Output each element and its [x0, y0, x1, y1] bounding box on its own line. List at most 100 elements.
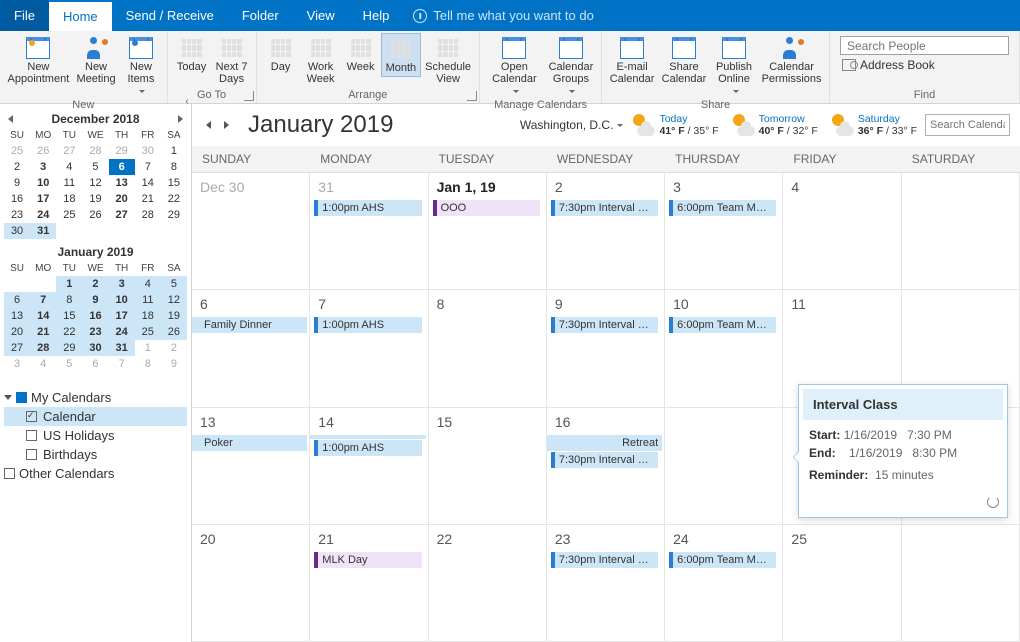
day-cell[interactable]: 15 — [429, 408, 547, 524]
mini-day[interactable]: 25 — [56, 207, 82, 223]
ribbon-day[interactable]: Day — [261, 33, 301, 75]
mini-day[interactable]: 3 — [30, 159, 56, 175]
ribbon-open-calendar[interactable]: Open Calendar — [484, 33, 545, 99]
other-calendars-header[interactable]: Other Calendars — [4, 464, 187, 483]
mini-day[interactable]: 17 — [109, 308, 135, 324]
ribbon-new-items[interactable]: New Items — [119, 33, 162, 99]
mini-day[interactable]: 6 — [4, 292, 30, 308]
mini-day[interactable]: 8 — [56, 292, 82, 308]
ribbon-calendar-groups[interactable]: Calendar Groups — [545, 33, 597, 99]
ribbon-next-7-days[interactable]: Next 7 Days — [212, 33, 252, 87]
next-month-button[interactable] — [220, 118, 234, 132]
tab-home[interactable]: Home — [49, 0, 112, 31]
mini-day[interactable]: 22 — [56, 324, 82, 340]
mini-day[interactable]: 12 — [161, 292, 187, 308]
mini-day[interactable]: 23 — [82, 324, 108, 340]
mini-day[interactable]: 30 — [4, 223, 30, 239]
day-cell[interactable]: 6Family Dinner — [192, 290, 310, 406]
mini-day[interactable]: 27 — [109, 207, 135, 223]
mini-day[interactable]: 11 — [56, 175, 82, 191]
ribbon-week[interactable]: Week — [341, 33, 381, 75]
mini-day[interactable]: 25 — [4, 143, 30, 159]
mini-day[interactable]: 21 — [30, 324, 56, 340]
mini-day[interactable]: 22 — [161, 191, 187, 207]
mini-day[interactable]: 4 — [56, 159, 82, 175]
search-calendar-input[interactable] — [925, 114, 1010, 136]
mini-day[interactable]: 26 — [161, 324, 187, 340]
mini-day[interactable]: 4 — [135, 276, 161, 292]
mini-day[interactable]: 2 — [82, 276, 108, 292]
calendar-event[interactable]: Family Dinner — [192, 317, 307, 333]
day-cell[interactable]: 71:00pm AHS — [310, 290, 428, 406]
day-cell[interactable]: 237:30pm Interval Class — [547, 525, 665, 641]
mini-day[interactable]: 15 — [56, 308, 82, 324]
mini-day[interactable]: 30 — [135, 143, 161, 159]
day-cell[interactable]: 4 — [783, 173, 901, 289]
calendar-list-item[interactable]: Calendar — [4, 407, 187, 426]
mini-day[interactable]: 13 — [4, 308, 30, 324]
dialog-launcher-icon[interactable] — [244, 91, 254, 101]
day-cell[interactable]: Jan 1, 19OOO — [429, 173, 547, 289]
ribbon-work-week[interactable]: Work Week — [301, 33, 341, 87]
mini-day[interactable]: 6 — [109, 159, 135, 175]
mini-day[interactable]: 11 — [135, 292, 161, 308]
mini-day[interactable]: 26 — [82, 207, 108, 223]
mini-day[interactable]: 14 — [30, 308, 56, 324]
mini-day[interactable]: 24 — [30, 207, 56, 223]
day-cell[interactable]: 8 — [429, 290, 547, 406]
calendar-event[interactable]: MLK Day — [314, 552, 421, 568]
mini-day[interactable]: 13 — [109, 175, 135, 191]
mini-day[interactable]: 29 — [161, 207, 187, 223]
calendar-list-item[interactable]: US Holidays — [4, 426, 187, 445]
mini-day[interactable]: 31 — [30, 223, 56, 239]
day-cell[interactable]: Dec 30 — [192, 173, 310, 289]
weather-location[interactable]: Washington, D.C. — [520, 118, 624, 132]
tab-file[interactable]: File — [0, 0, 49, 31]
mini-day[interactable]: 16 — [4, 191, 30, 207]
mini-day[interactable]: 7 — [30, 292, 56, 308]
address-book-button[interactable]: Address Book — [840, 57, 1009, 73]
mini-day[interactable]: 18 — [56, 191, 82, 207]
ribbon-share-calendar[interactable]: Share Calendar — [658, 33, 710, 87]
mini-day[interactable]: 2 — [161, 340, 187, 356]
ribbon-new-meeting[interactable]: New Meeting — [73, 33, 120, 87]
calendar-event[interactable] — [310, 435, 425, 439]
mini-day[interactable]: 28 — [30, 340, 56, 356]
mini-day[interactable]: 18 — [135, 308, 161, 324]
checkbox-icon[interactable] — [26, 449, 37, 460]
mini-day[interactable]: 3 — [109, 276, 135, 292]
calendar-event[interactable]: 1:00pm AHS — [314, 200, 421, 216]
calendar-event[interactable]: 6:00pm Team Meeting; Zoom — [669, 200, 776, 216]
day-cell[interactable]: 20 — [192, 525, 310, 641]
mini-day[interactable]: 7 — [109, 356, 135, 372]
tab-send-receive[interactable]: Send / Receive — [112, 0, 228, 31]
day-cell[interactable]: 22 — [429, 525, 547, 641]
calendar-list-item[interactable]: Birthdays — [4, 445, 187, 464]
calendar-event[interactable]: 1:00pm AHS — [314, 440, 421, 456]
mini-day[interactable]: 5 — [161, 276, 187, 292]
day-cell[interactable]: 141:00pm AHS — [310, 408, 428, 524]
mini-day[interactable]: 27 — [4, 340, 30, 356]
day-cell[interactable]: 27:30pm Interval Class — [547, 173, 665, 289]
calendar-event[interactable]: 7:30pm Interval Class — [551, 200, 658, 216]
mini-day[interactable]: 19 — [82, 191, 108, 207]
mini-day[interactable]: 24 — [109, 324, 135, 340]
mini-day[interactable]: 29 — [56, 340, 82, 356]
tab-folder[interactable]: Folder — [228, 0, 293, 31]
mini-day[interactable]: 8 — [161, 159, 187, 175]
mini-day[interactable]: 21 — [135, 191, 161, 207]
calendar-event[interactable]: OOO — [433, 200, 540, 216]
mini-day[interactable]: 3 — [4, 356, 30, 372]
day-cell[interactable] — [902, 525, 1020, 641]
day-cell[interactable]: 25 — [783, 525, 901, 641]
mini-day[interactable]: 30 — [82, 340, 108, 356]
mini-day[interactable]: 4 — [30, 356, 56, 372]
ribbon-e-mail-calendar[interactable]: E-mail Calendar — [606, 33, 658, 87]
mini-day[interactable]: 6 — [82, 356, 108, 372]
mini-day[interactable]: 10 — [109, 292, 135, 308]
ribbon-today[interactable]: Today — [172, 33, 212, 75]
mini-day[interactable]: 1 — [161, 143, 187, 159]
calendar-event[interactable]: 6:00pm Team Meeting; Zoom — [669, 317, 776, 333]
mini-day[interactable]: 26 — [30, 143, 56, 159]
mini-day[interactable]: 9 — [4, 175, 30, 191]
